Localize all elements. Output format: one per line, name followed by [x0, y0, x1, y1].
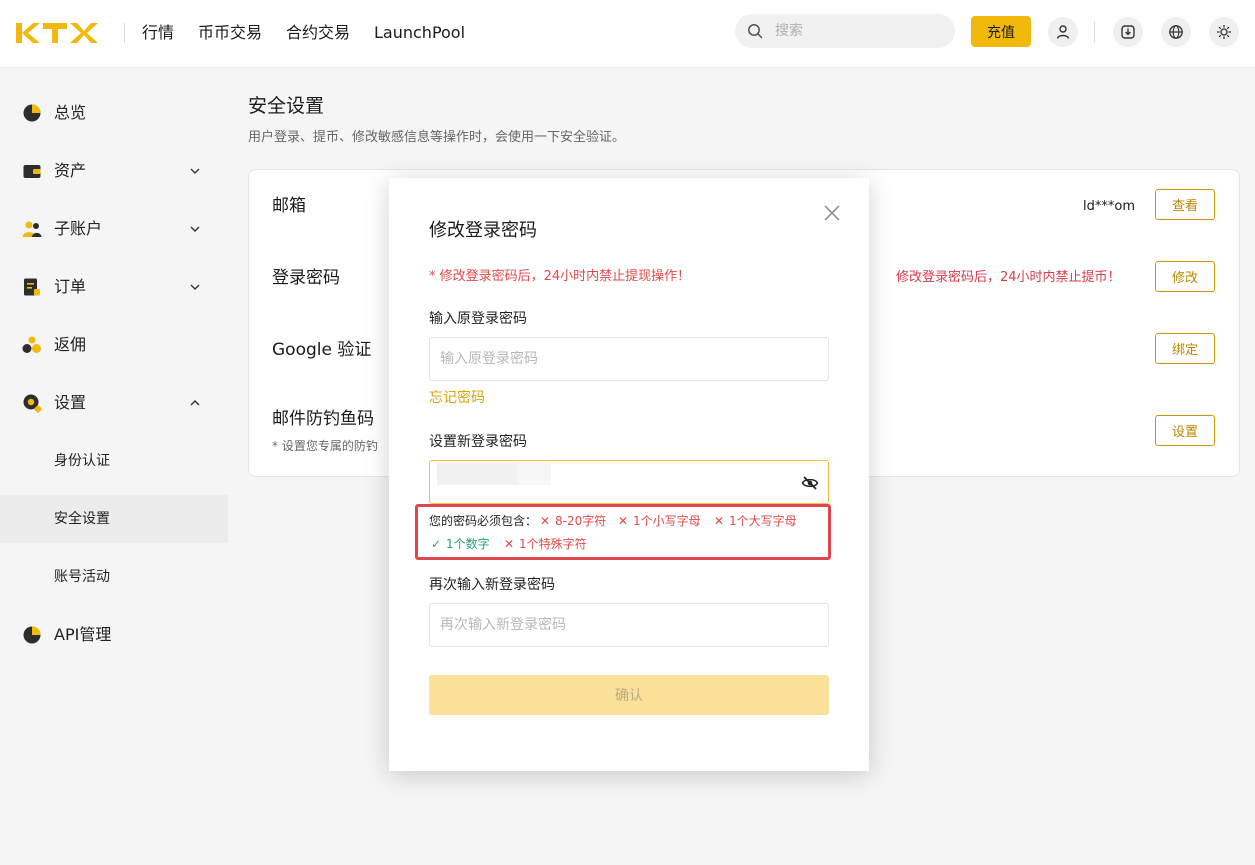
language-button[interactable]: [1161, 17, 1191, 47]
search-icon: [748, 24, 763, 39]
password-requirements-lead: 您的密码必须包含：: [429, 514, 538, 528]
sidebar-item-assets[interactable]: 资产: [0, 146, 228, 196]
sidebar-item-label: 返佣: [54, 335, 87, 354]
sidebar-subitem-identity[interactable]: 身份认证: [0, 437, 228, 485]
sidebar-item-sub-account[interactable]: 子账户: [0, 204, 228, 254]
rebate-icon: [22, 336, 41, 353]
sidebar: 总览 资产 子账户 订单 返佣 设置 身份认证 安全设置 账号活动 API管理: [0, 69, 228, 865]
row-title-anti-phishing: 邮件防钓鱼码: [272, 409, 374, 429]
view-email-button[interactable]: 查看: [1155, 189, 1215, 220]
sun-icon: [1216, 24, 1232, 40]
old-password-label: 输入原登录密码: [429, 311, 527, 327]
sidebar-item-settings[interactable]: 设置: [0, 378, 228, 428]
requirement-length: ✕ 8-20字符: [539, 514, 607, 528]
sub-account-icon: [22, 221, 42, 237]
cross-icon: ✕: [539, 514, 551, 528]
api-icon: [23, 626, 41, 644]
sidebar-item-rebate[interactable]: 返佣: [0, 320, 228, 370]
row-title-email: 邮箱: [272, 196, 306, 216]
order-icon: [24, 278, 40, 296]
requirement-digit: ✓ 1个数字: [430, 537, 490, 551]
nav-futures-trading[interactable]: 合约交易: [286, 22, 350, 44]
confirm-button[interactable]: 确认: [429, 675, 829, 715]
search-input[interactable]: [775, 21, 935, 41]
user-icon: [1056, 25, 1070, 39]
cross-icon: ✕: [617, 514, 629, 528]
change-password-modal: 修改登录密码 * 修改登录密码后，24小时内禁止提现操作！ 输入原登录密码 忘记…: [389, 178, 869, 771]
nav-market[interactable]: 行情: [142, 22, 174, 44]
set-anti-phishing-button[interactable]: 设置: [1155, 415, 1215, 446]
confirm-password-input[interactable]: [429, 603, 829, 647]
login-password-warning: 修改登录密码后，24小时内禁止提币！: [896, 270, 1121, 285]
user-button[interactable]: [1048, 17, 1078, 47]
chevron-up-icon: [190, 400, 200, 406]
globe-icon: [1169, 25, 1183, 39]
page-description: 用户登录、提币、修改敏感信息等操作时，会使用一下安全验证。: [248, 130, 626, 145]
sidebar-item-overview[interactable]: 总览: [0, 88, 228, 138]
chevron-down-icon: [190, 284, 200, 290]
cross-icon: ✕: [713, 514, 725, 528]
sidebar-item-label: 资产: [54, 161, 87, 180]
cross-icon: ✕: [503, 537, 515, 551]
settings-icon: [23, 394, 42, 413]
chevron-down-icon: [190, 226, 200, 232]
nav-spot-trading[interactable]: 币币交易: [198, 22, 262, 44]
change-password-button[interactable]: 修改: [1155, 261, 1215, 292]
modal-warning: * 修改登录密码后，24小时内禁止提现操作！: [429, 269, 691, 284]
deposit-button[interactable]: 充值: [971, 16, 1031, 47]
search-box[interactable]: [735, 14, 955, 48]
sidebar-item-label: 总览: [54, 103, 87, 122]
old-password-input[interactable]: [429, 337, 829, 381]
chevron-down-icon: [190, 168, 200, 174]
top-nav-bar: 行情 币币交易 合约交易 LaunchPool 充值: [0, 0, 1255, 68]
close-icon[interactable]: [823, 204, 841, 222]
new-password-mask: [437, 463, 517, 485]
wallet-icon: [23, 165, 41, 178]
sidebar-item-api[interactable]: API管理: [0, 610, 228, 660]
confirm-password-label: 再次输入新登录密码: [429, 577, 555, 593]
requirement-lowercase: ✕ 1个小写字母: [617, 514, 701, 528]
sidebar-subitem-label: 账号活动: [54, 569, 110, 585]
modal-title: 修改登录密码: [429, 220, 537, 241]
anti-phishing-description: * 设置您专属的防钓: [272, 439, 378, 453]
row-title-google-auth: Google 验证: [272, 340, 372, 360]
sidebar-subitem-account-activity[interactable]: 账号活动: [0, 553, 228, 601]
ktx-logo[interactable]: [16, 20, 98, 46]
forgot-password-link[interactable]: 忘记密码: [429, 388, 485, 408]
sidebar-item-label: 设置: [54, 393, 87, 412]
sidebar-item-label: 订单: [54, 277, 87, 296]
download-icon: [1121, 25, 1135, 39]
sidebar-item-orders[interactable]: 订单: [0, 262, 228, 312]
download-button[interactable]: [1113, 17, 1143, 47]
check-icon: ✓: [430, 537, 442, 551]
new-password-mask: [517, 463, 551, 485]
overview-icon: [23, 104, 41, 122]
sidebar-subitem-label: 身份认证: [54, 453, 110, 469]
email-value: ld***om: [1083, 199, 1135, 214]
bind-google-button[interactable]: 绑定: [1155, 333, 1215, 364]
top-divider: [1094, 22, 1095, 42]
sidebar-item-label: API管理: [54, 625, 112, 644]
sidebar-subitem-security[interactable]: 安全设置: [0, 495, 228, 543]
eye-off-icon[interactable]: [801, 474, 819, 492]
requirement-special: ✕ 1个特殊字符: [503, 537, 587, 551]
nav-divider: [124, 23, 125, 43]
new-password-label: 设置新登录密码: [429, 434, 527, 450]
page-title: 安全设置: [248, 95, 325, 117]
theme-button[interactable]: [1209, 17, 1239, 47]
sidebar-subitem-label: 安全设置: [54, 511, 110, 527]
row-title-login-password: 登录密码: [272, 268, 340, 288]
nav-launchpool[interactable]: LaunchPool: [374, 22, 465, 44]
sidebar-item-label: 子账户: [54, 219, 103, 238]
requirement-uppercase: ✕ 1个大写字母: [713, 514, 797, 528]
